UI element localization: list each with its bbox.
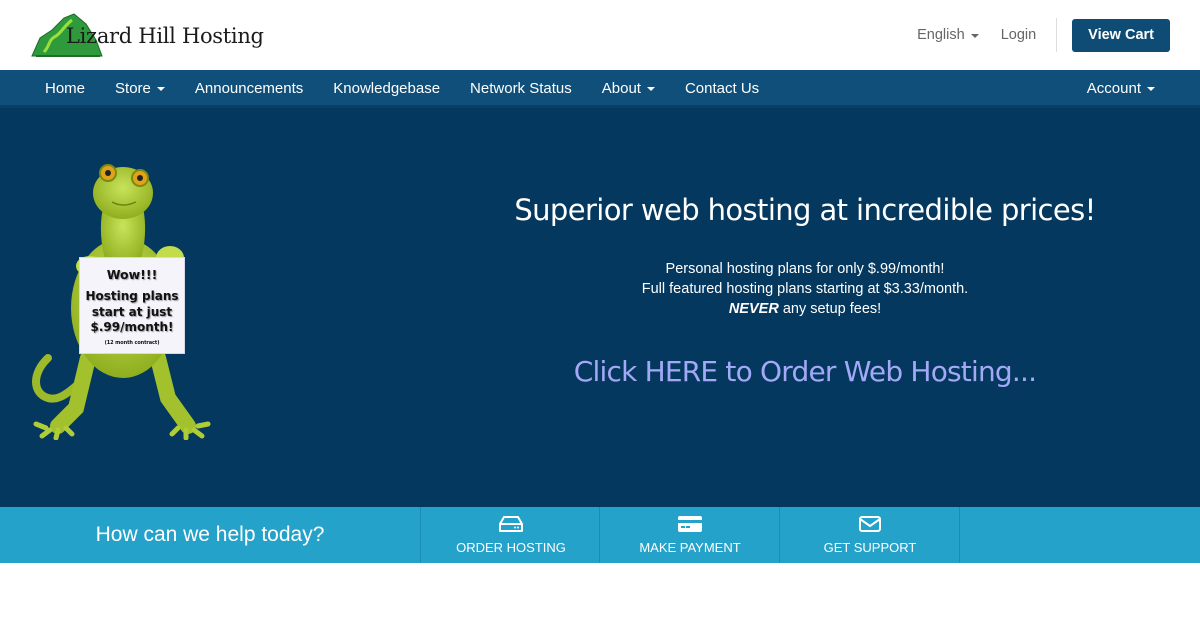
never-emphasis: NEVER xyxy=(728,301,779,317)
nav-item-contact-us[interactable]: Contact Us xyxy=(670,70,774,106)
nav-item-store[interactable]: Store xyxy=(100,70,180,106)
sign-line: Hosting plans xyxy=(85,289,179,303)
nav-item-about[interactable]: About xyxy=(587,70,670,106)
caret-down-icon xyxy=(646,87,655,91)
main-navbar: Home Store Announcements Knowledgebase N… xyxy=(0,70,1200,108)
nav-item-label: Account xyxy=(1086,79,1141,97)
nav-item-label: Home xyxy=(45,79,86,97)
nav-right: Account xyxy=(1072,70,1170,106)
hero-line: Full featured hosting plans starting at … xyxy=(641,281,969,297)
sign-line: (12 month contract) xyxy=(104,339,160,346)
hero-line: Personal hosting plans for only $.99/mon… xyxy=(665,261,945,277)
sign-line: start at just xyxy=(91,304,173,319)
divider xyxy=(1056,18,1058,52)
nav-item-network-status[interactable]: Network Status xyxy=(455,70,587,106)
nav-item-announcements[interactable]: Announcements xyxy=(180,70,318,106)
sign-line: Wow!!! xyxy=(106,267,158,282)
order-hosting-link[interactable]: Click HERE to Order Web Hosting... xyxy=(410,355,1200,388)
divider xyxy=(959,507,960,563)
view-cart-button[interactable]: View Cart xyxy=(1072,18,1170,52)
help-bar: How can we help today? ORDER HOSTING MAK… xyxy=(0,507,1200,563)
nav-item-label: Network Status xyxy=(470,79,572,97)
make-payment-button[interactable]: MAKE PAYMENT xyxy=(599,507,779,563)
logo[interactable]: Lizard Hill Hosting xyxy=(30,12,264,58)
credit-card-icon xyxy=(678,516,702,532)
help-button-label: MAKE PAYMENT xyxy=(639,540,741,555)
caret-down-icon xyxy=(970,34,979,38)
caret-down-icon xyxy=(1147,87,1155,91)
language-selector[interactable]: English xyxy=(917,27,979,43)
envelope-icon xyxy=(859,516,881,532)
get-support-button[interactable]: GET SUPPORT xyxy=(779,507,959,563)
hero-banner: Wow!!! Hosting plans start at just $.99/… xyxy=(0,108,1200,507)
nav-item-knowledgebase[interactable]: Knowledgebase xyxy=(318,70,455,106)
language-label: English xyxy=(917,27,965,43)
order-hosting-button[interactable]: ORDER HOSTING xyxy=(420,507,600,563)
nav-item-label: Announcements xyxy=(194,79,304,97)
help-button-label: ORDER HOSTING xyxy=(456,540,566,555)
sign-line: $.99/month! xyxy=(90,320,174,334)
nav-item-account[interactable]: Account xyxy=(1072,70,1170,106)
hero-line: NEVER any setup fees! xyxy=(410,299,1200,319)
promo-sign: Wow!!! Hosting plans start at just $.99/… xyxy=(79,257,185,354)
nav-items: Home Store Announcements Knowledgebase N… xyxy=(30,70,774,106)
nav-item-label: About xyxy=(601,79,641,97)
header: Lizard Hill Hosting English Login View C… xyxy=(0,0,1200,70)
login-link[interactable]: Login xyxy=(1001,27,1036,43)
nav-item-home[interactable]: Home xyxy=(30,70,100,106)
top-links: English Login View Cart xyxy=(917,18,1170,52)
logo-text: Lizard Hill Hosting xyxy=(66,24,264,48)
hero-title: Superior web hosting at incredible price… xyxy=(514,193,1096,227)
nav-item-label: Contact Us xyxy=(684,79,760,97)
nav-item-label: Store xyxy=(115,79,151,97)
help-button-label: GET SUPPORT xyxy=(823,540,917,555)
help-title: How can we help today? xyxy=(95,523,325,546)
hero-description: Personal hosting plans for only $.99/mon… xyxy=(410,259,1200,319)
caret-down-icon xyxy=(156,87,165,91)
nav-item-label: Knowledgebase xyxy=(333,79,441,97)
server-icon xyxy=(499,516,523,532)
sign-body: Hosting plans start at just $.99/month! … xyxy=(80,289,184,351)
hero-line-rest: any setup fees! xyxy=(778,301,882,317)
